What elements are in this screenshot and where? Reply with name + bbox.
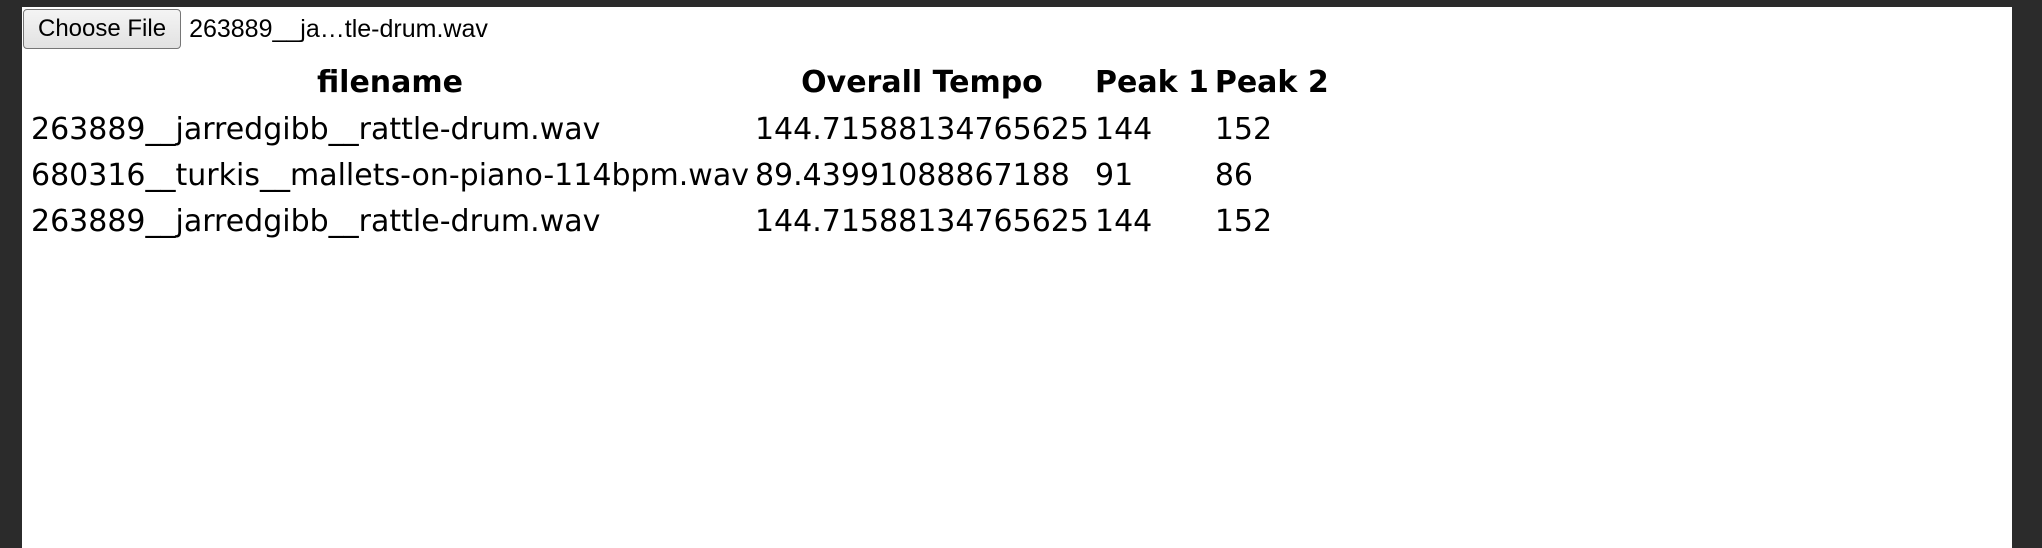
cell-filename: 263889__jarredgibb__rattle-drum.wav — [31, 111, 601, 147]
table-row: 680316__turkis__mallets-on-piano-114bpm.… — [31, 152, 1329, 198]
header-filename: filename — [316, 65, 464, 100]
table-row: 263889__jarredgibb__rattle-drum.wav 144.… — [31, 106, 1329, 152]
cell-peak-1: 144 — [1094, 111, 1153, 147]
header-overall-tempo: Overall Tempo — [801, 65, 1043, 100]
page-content: Choose File 263889__ja…tle-drum.wav file… — [22, 7, 2012, 548]
cell-filename: 680316__turkis__mallets-on-piano-114bpm.… — [31, 157, 749, 193]
cell-overall-tempo: 144.71588134765625 — [754, 203, 1089, 239]
file-input: Choose File 263889__ja…tle-drum.wav — [23, 9, 488, 49]
cell-peak-2: 86 — [1214, 157, 1254, 193]
results-table: filename Overall Tempo Peak 1 Peak 2 263… — [25, 59, 1335, 244]
cell-filename: 263889__jarredgibb__rattle-drum.wav — [31, 203, 601, 239]
header-peak-2: Peak 2 — [1214, 65, 1329, 100]
cell-overall-tempo: 144.71588134765625 — [754, 111, 1089, 147]
selected-file-name: 263889__ja…tle-drum.wav — [189, 14, 488, 43]
header-peak-1: Peak 1 — [1094, 65, 1209, 100]
cell-overall-tempo: 89.43991088867188 — [754, 157, 1070, 193]
cell-peak-2: 152 — [1214, 203, 1273, 239]
table-header-row: filename Overall Tempo Peak 1 Peak 2 — [31, 59, 1329, 106]
cell-peak-2: 152 — [1214, 111, 1273, 147]
cell-peak-1: 144 — [1094, 203, 1153, 239]
choose-file-button[interactable]: Choose File — [23, 9, 182, 49]
cell-peak-1: 91 — [1094, 157, 1134, 193]
table-row: 263889__jarredgibb__rattle-drum.wav 144.… — [31, 198, 1329, 244]
